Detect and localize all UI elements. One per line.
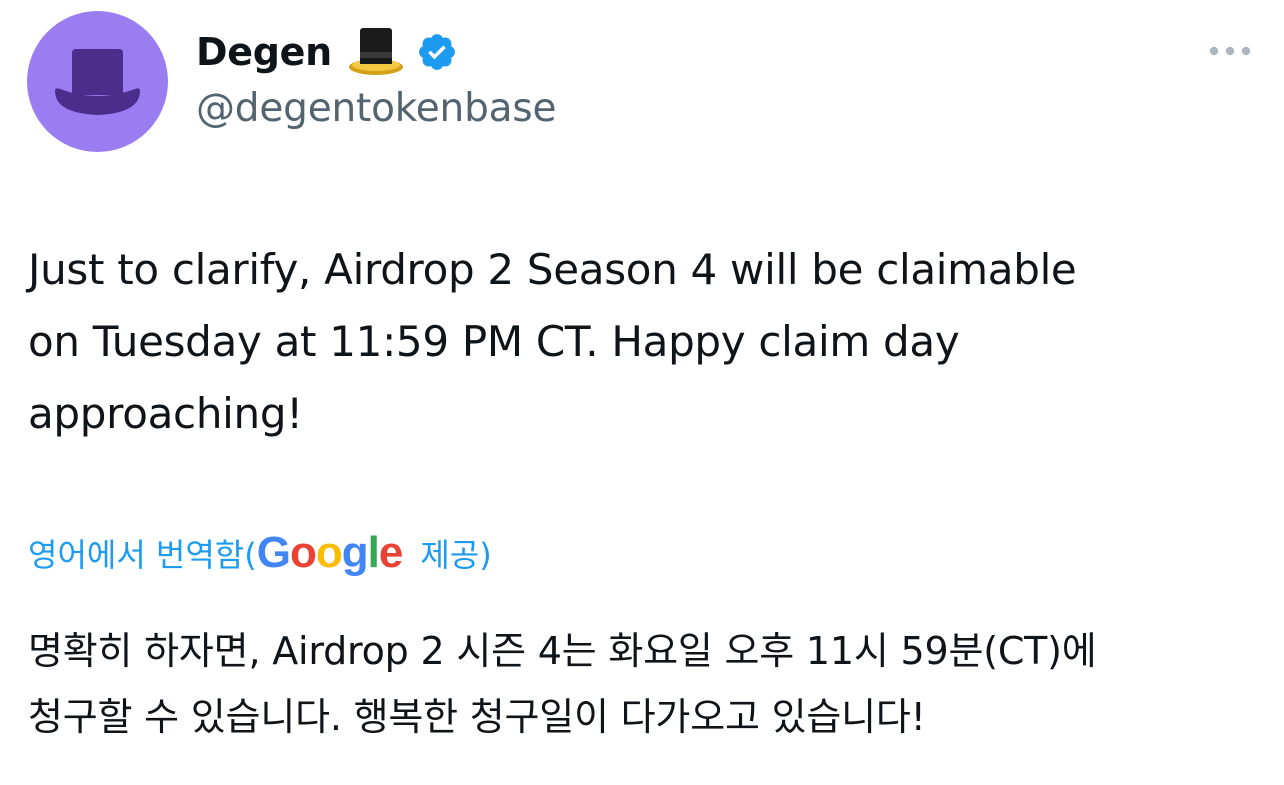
google-logo: Google: [256, 528, 404, 577]
author-name[interactable]: Degen: [196, 30, 332, 74]
tophat-avatar-icon: [55, 49, 140, 115]
translated-text-line: 명확히 하자면, Airdrop 2 시즌 4는 화요일 오후 11시 59분(…: [28, 629, 1097, 673]
tweet-card: Degen @degentokenbase Just to clarify, A…: [0, 0, 1284, 785]
author-handle[interactable]: @degentokenbase: [196, 86, 556, 131]
tweet-text-line: approaching!: [28, 389, 303, 438]
verified-badge-icon[interactable]: [416, 31, 458, 73]
translation-prefix: 영어에서 번역함(: [28, 536, 257, 574]
translated-tweet-text: 명확히 하자면, Airdrop 2 시즌 4는 화요일 오후 11시 59분(…: [28, 618, 1268, 750]
author-avatar[interactable]: [27, 11, 168, 152]
author-name-row: Degen: [196, 24, 458, 80]
tweet-text-line: Just to clarify, Airdrop 2 Season 4 will…: [28, 245, 1077, 294]
translated-text-line: 청구할 수 있습니다. 행복한 청구일이 다가오고 있습니다!: [28, 695, 926, 739]
translated-by-google-link[interactable]: 영어에서 번역함( Google 제공): [28, 525, 492, 581]
tweet-text-line: on Tuesday at 11:59 PM CT. Happy claim d…: [28, 317, 960, 366]
tweet-text: Just to clarify, Airdrop 2 Season 4 will…: [28, 234, 1268, 450]
tophat-icon: [346, 24, 406, 80]
translation-suffix: 제공): [420, 536, 492, 574]
more-horizontal-icon[interactable]: [1206, 40, 1254, 62]
